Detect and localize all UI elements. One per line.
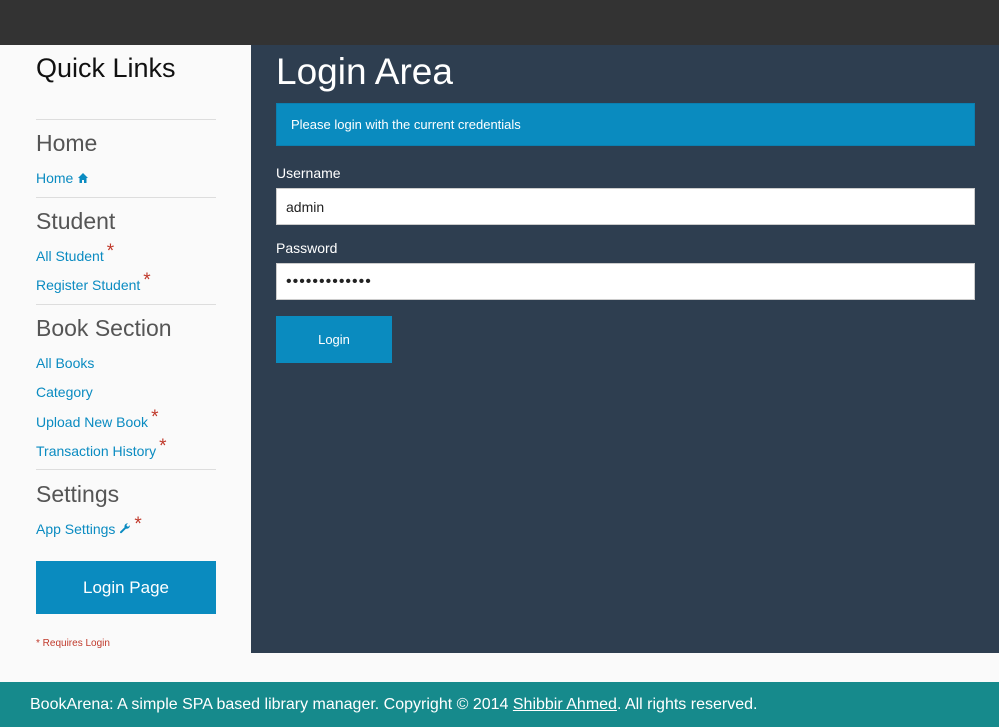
required-star: * <box>143 270 151 291</box>
divider <box>36 304 216 305</box>
sidebar-item-label: All Books <box>36 355 95 371</box>
username-field[interactable] <box>276 188 975 225</box>
required-star: * <box>134 514 142 535</box>
requires-login-note: * Requires Login <box>36 638 110 649</box>
info-alert: Please login with the current credential… <box>276 103 975 146</box>
footer-text-end: . All rights reserved. <box>616 695 758 713</box>
footer: BookArena: A simple SPA based library ma… <box>0 682 999 727</box>
sidebar-item-label: Transaction History <box>36 443 157 459</box>
required-star: * <box>159 436 167 457</box>
author-link[interactable]: Shibbir Ahmed <box>513 696 617 714</box>
footer-text: BookArena: A simple SPA based library ma… <box>30 695 513 713</box>
divider <box>36 469 216 470</box>
login-page-button[interactable]: Login Page <box>36 561 216 614</box>
sidebar-item-home[interactable]: Home <box>36 169 89 187</box>
password-field[interactable] <box>276 263 975 300</box>
required-star: * <box>106 241 115 262</box>
sidebar-item-label: Upload New Book <box>36 414 149 430</box>
sidebar-item-transaction-history[interactable]: Transaction History * <box>36 436 167 460</box>
sidebar-item-label: All Student <box>36 248 104 264</box>
sidebar-item-label: App Settings <box>36 521 116 537</box>
login-area: Login Area Please login with the current… <box>251 45 999 653</box>
sidebar-item-label: Home <box>36 170 74 186</box>
password-label: Password <box>276 240 338 256</box>
sidebar-item-label: Category <box>36 384 93 400</box>
page-title: Login Area <box>276 51 453 92</box>
sidebar-title: Quick Links <box>36 53 176 83</box>
username-label: Username <box>276 165 341 181</box>
sidebar-item-upload-new-book[interactable]: Upload New Book * <box>36 407 159 431</box>
sidebar-item-label: Register Student <box>36 277 141 293</box>
sidebar-item-all-books[interactable]: All Books <box>36 354 94 372</box>
divider <box>36 197 216 198</box>
section-heading-book-section: Book Section <box>36 315 172 341</box>
sidebar-item-all-student[interactable]: All Student * <box>36 241 115 265</box>
sidebar: Quick Links Home Home Student All Studen… <box>1 45 251 653</box>
section-heading-student: Student <box>36 208 116 234</box>
section-heading-settings: Settings <box>36 481 120 507</box>
sidebar-item-register-student[interactable]: Register Student * <box>36 270 151 294</box>
home-icon <box>78 173 89 183</box>
top-navbar <box>0 0 999 45</box>
sidebar-item-app-settings[interactable]: App Settings * <box>36 514 142 538</box>
required-star: * <box>151 407 159 428</box>
login-button[interactable]: Login <box>276 316 392 363</box>
wrench-icon <box>120 523 131 534</box>
divider <box>36 119 216 120</box>
section-heading-home: Home <box>36 130 98 156</box>
sidebar-item-category[interactable]: Category <box>36 383 93 401</box>
